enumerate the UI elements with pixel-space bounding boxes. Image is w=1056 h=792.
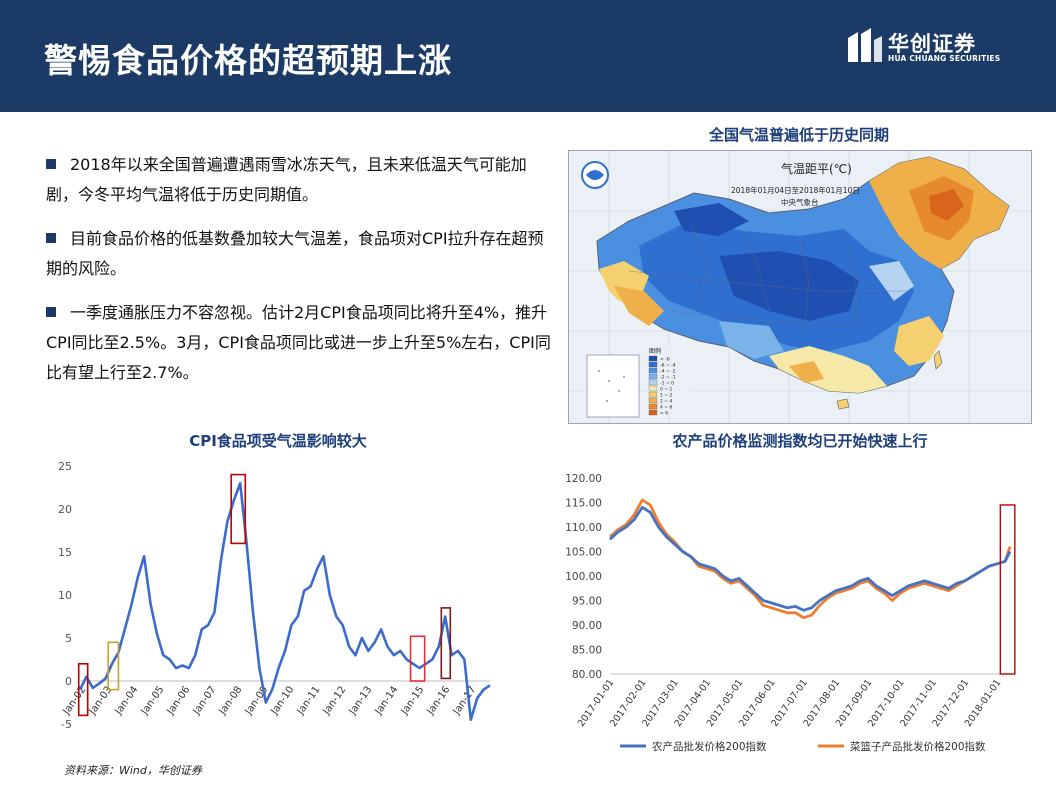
y-tick-label: -5: [61, 718, 72, 731]
x-tick-label: Jan-11: [295, 684, 323, 717]
temperature-anomaly-map: 气温距平(℃) 2018年01月04日至2018年01月10日 中央气象台 图例…: [568, 150, 1032, 424]
map-legend-swatch: [648, 391, 658, 398]
legend-label: 农产品批发价格200指数: [652, 740, 767, 753]
south-china-sea-inset: [586, 354, 640, 418]
y-tick-label: 90.00: [572, 620, 602, 632]
cpi-food-chart: -50510152025Jan-02Jan-03Jan-04Jan-05Jan-…: [58, 460, 491, 731]
data-source-note: 资料来源：Wind，华创证券: [64, 764, 202, 777]
series-line: [609, 506, 1012, 612]
bullet-item: 一季度通胀压力不容忽视。估计2月CPI食品项同比将升至4%，推升CPI同比至2.…: [46, 298, 558, 388]
agri-price-index-chart: 80.00 85.00 90.00 95.00 100.00 105.00 110.00 11…: [565, 473, 1016, 753]
chart-title-cpi: CPI食品项受气温影响较大: [189, 432, 367, 450]
y-tick-label: 25: [58, 460, 72, 473]
y-tick-label: 120.00: [565, 473, 602, 485]
map-legend-label: -2 ~ -1: [660, 375, 676, 381]
logo-english-name: HUA CHUANG SECURITIES: [888, 54, 1001, 63]
y-tick-label: 110.00: [565, 522, 602, 534]
map-legend-swatch: [648, 379, 658, 386]
x-tick-label: Jan-15: [399, 684, 427, 717]
bullet-item: 2018年以来全国普遍遭遇雨雪冰冻天气，且未来低温天气可能加剧，今冬平均气温将低…: [46, 150, 558, 210]
y-tick-label: 100.00: [565, 571, 602, 583]
map-legend-label: -1 ~ 0: [660, 381, 674, 387]
y-tick-label: 95.00: [572, 596, 602, 608]
map-heading: 气温距平(℃): [781, 161, 852, 176]
chart-title-agri: 农产品价格监测指数均已开始快速上行: [672, 432, 928, 450]
x-tick-label: Jan-13: [347, 684, 375, 717]
y-tick-label: 85.00: [572, 645, 602, 657]
slide-header: 警惕食品价格的超预期上涨 华创证券 HUA CHUANG SECURITIES: [0, 0, 1056, 112]
legend-label: 菜篮子产品批发价格200指数: [850, 740, 986, 753]
company-logo: 华创证券 HUA CHUANG SECURITIES: [846, 26, 1006, 70]
map-legend-swatch: [648, 361, 658, 368]
map-legend-title: 图例: [649, 347, 661, 355]
x-tick-label: Jan-07: [191, 684, 219, 717]
map-legend-swatch: [648, 373, 658, 380]
map-legend-swatch: [648, 385, 658, 392]
map-legend-label: 0 ~ 1: [660, 387, 672, 393]
map-legend-swatch: [648, 403, 658, 410]
map-legend-label: -4 ~ -2: [660, 369, 676, 375]
bullet-text: 目前食品价格的低基数叠加较大气温差，食品项对CPI拉升存在超预期的风险。: [46, 229, 544, 278]
y-tick-label: 80.00: [572, 669, 602, 681]
map-date-range: 2018年01月04日至2018年01月10日: [731, 185, 860, 195]
map-agency: 中央气象台: [781, 197, 819, 207]
map-legend-swatch: [648, 367, 658, 374]
map-legend-label: > 6: [660, 411, 668, 417]
bullet-text: 一季度通胀压力不容忽视。估计2月CPI食品项同比将升至4%，推升CPI同比至2.…: [46, 303, 551, 382]
square-bullet-icon: [46, 233, 56, 243]
bullet-list: 2018年以来全国普遍遭遇雨雪冰冻天气，且未来低温天气可能加剧，今冬平均气温将低…: [46, 150, 558, 402]
x-tick-label: Jan-05: [139, 684, 167, 717]
x-tick-label: Jan-14: [373, 684, 401, 717]
bullet-text: 2018年以来全国普遍遭遇雨雪冰冻天气，且未来低温天气可能加剧，今冬平均气温将低…: [46, 155, 527, 204]
slide-title: 警惕食品价格的超预期上涨: [44, 41, 452, 80]
map-legend: 图例 < -6-6 ~ -4-4 ~ -2-2 ~ -1-1 ~ 00 ~ 11…: [645, 345, 693, 417]
map-legend-swatch: [648, 397, 658, 404]
map-legend-swatch: [648, 355, 658, 362]
map-legend-label: -6 ~ -4: [660, 363, 676, 369]
map-legend-label: 4 ~ 6: [660, 405, 672, 411]
y-tick-label: 105.00: [565, 547, 602, 559]
y-tick-label: 10: [58, 589, 72, 602]
square-bullet-icon: [46, 159, 56, 169]
map-legend-label: 2 ~ 4: [660, 399, 672, 405]
bullet-item: 目前食品价格的低基数叠加较大气温差，食品项对CPI拉升存在超预期的风险。: [46, 224, 558, 284]
square-bullet-icon: [46, 307, 56, 317]
map-legend-label: 1 ~ 2: [660, 393, 672, 399]
y-tick-label: 115.00: [565, 498, 602, 510]
highlight-box: [999, 504, 1016, 675]
series-line: [609, 498, 1012, 620]
x-tick-label: Jan-08: [217, 684, 245, 717]
y-tick-label: 5: [65, 632, 72, 645]
highlight-box: [409, 635, 426, 682]
x-tick-label: Jan-06: [165, 684, 193, 717]
map-legend-label: < -6: [660, 357, 670, 363]
y-tick-label: 20: [58, 503, 72, 516]
x-tick-label: Jan-12: [321, 684, 349, 717]
x-tick-label: Jan-17: [451, 684, 479, 717]
map-legend-swatch: [648, 409, 658, 416]
x-tick-label: Jan-16: [425, 684, 453, 717]
y-tick-label: 15: [58, 546, 72, 559]
cpi-food-line: [78, 481, 491, 721]
map-title: 全国气温普遍低于历史同期: [708, 126, 889, 144]
x-tick-label: Jan-02: [61, 684, 89, 717]
map-svg: 气温距平(℃) 2018年01月04日至2018年01月10日 中央气象台 图例…: [569, 151, 1031, 423]
logo-mark-icon: [848, 28, 882, 62]
y-tick-label: 0: [65, 675, 72, 688]
